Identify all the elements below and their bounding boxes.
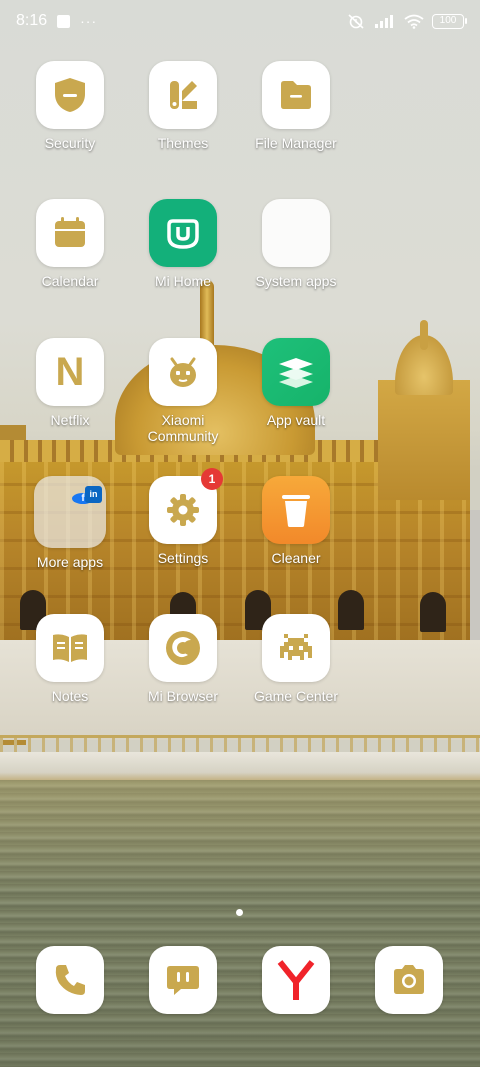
themes-icon xyxy=(170,81,197,109)
camera-icon xyxy=(394,965,424,994)
app-label-line: Xiaomi xyxy=(161,412,205,428)
open-book-icon xyxy=(53,634,87,662)
netflix-n-icon: N xyxy=(55,350,85,394)
dock-browser-app[interactable] xyxy=(262,946,330,1014)
app-label: Game Center xyxy=(253,688,339,704)
more-notifications-icon: ··· xyxy=(80,13,98,29)
signal-icon xyxy=(375,14,393,28)
app-label: Settings xyxy=(157,550,209,566)
file-manager-app-icon[interactable] xyxy=(262,61,330,129)
mi-browser-app-icon[interactable] xyxy=(149,614,217,682)
settings-app-icon[interactable]: 1 xyxy=(149,468,223,544)
app-netflix[interactable]: N Netflix xyxy=(13,338,127,428)
browser-y-icon xyxy=(277,960,315,1000)
app-label: Security xyxy=(44,135,96,151)
wifi-icon xyxy=(404,14,424,29)
app-label: Netflix xyxy=(50,412,90,428)
phone-icon xyxy=(55,965,85,995)
themes-app-icon[interactable] xyxy=(149,61,217,129)
app-security[interactable]: Security xyxy=(13,61,127,151)
dock-messages-app[interactable] xyxy=(149,946,217,1014)
game-center-app-icon[interactable] xyxy=(262,614,330,682)
status-time: 8:16 xyxy=(16,12,48,29)
app-label: Cleaner xyxy=(271,550,321,566)
wallpaper-water-reflection xyxy=(0,780,480,1067)
app-xiaomi-community[interactable]: Xiaomi Community xyxy=(126,338,240,444)
mini-linkedin-icon: in xyxy=(85,486,102,503)
status-bar: 8:16 ··· 100 xyxy=(0,0,480,42)
netflix-app-icon[interactable]: N xyxy=(36,338,104,406)
app-game-center[interactable]: Game Center xyxy=(239,614,353,704)
mi-home-icon xyxy=(167,219,199,249)
calendar-app-icon[interactable] xyxy=(36,199,104,267)
app-label: Xiaomi Community xyxy=(148,412,219,444)
app-notes[interactable]: Notes xyxy=(13,614,127,704)
alarm-off-icon xyxy=(348,14,364,29)
app-calendar[interactable]: Calendar xyxy=(13,199,127,289)
page-indicator xyxy=(236,909,243,916)
gear-icon xyxy=(167,494,199,526)
wallpaper-tower xyxy=(378,380,470,500)
app-label: Notes xyxy=(51,688,89,704)
community-mascot-icon xyxy=(170,357,196,387)
app-app-vault[interactable]: App vault xyxy=(239,338,353,428)
app-label: System apps xyxy=(255,273,337,289)
app-label: Mi Browser xyxy=(147,688,218,704)
shield-icon xyxy=(55,78,85,112)
system-apps-folder-icon[interactable] xyxy=(262,199,330,267)
app-mi-browser[interactable]: Mi Browser xyxy=(126,614,240,704)
app-cleaner[interactable]: Cleaner xyxy=(239,476,353,566)
security-app-icon[interactable] xyxy=(36,61,104,129)
app-label: App vault xyxy=(266,412,326,428)
app-label: Calendar xyxy=(41,273,99,289)
wallpaper-tower-spire xyxy=(420,320,428,350)
app-label-line: Community xyxy=(147,428,219,444)
app-folder-system-apps[interactable]: System apps xyxy=(239,199,353,289)
app-label: Mi Home xyxy=(154,273,211,289)
globe-browser-icon xyxy=(166,631,200,665)
app-folder-more-apps[interactable]: f in More apps xyxy=(13,476,127,570)
folder-icon xyxy=(281,81,311,109)
cleaner-app-icon[interactable] xyxy=(262,476,330,544)
notification-badge: 1 xyxy=(201,468,223,490)
notes-app-icon[interactable] xyxy=(36,614,104,682)
app-settings[interactable]: 1 Settings xyxy=(126,468,240,566)
app-themes[interactable]: Themes xyxy=(126,61,240,151)
mi-home-app-icon[interactable] xyxy=(149,199,217,267)
app-file-manager[interactable]: File Manager xyxy=(239,61,353,151)
messages-icon xyxy=(167,966,199,995)
battery-icon: 100 xyxy=(432,13,467,29)
layers-icon xyxy=(279,358,313,388)
app-vault-app-icon[interactable] xyxy=(262,338,330,406)
notification-icon xyxy=(57,14,71,28)
dock-camera-app[interactable] xyxy=(375,946,443,1014)
app-label: File Manager xyxy=(255,135,337,151)
app-label: More apps xyxy=(36,554,104,570)
app-label: Themes xyxy=(157,135,209,151)
xiaomi-community-app-icon[interactable] xyxy=(149,338,217,406)
space-invader-icon xyxy=(280,634,312,660)
trash-icon xyxy=(282,495,310,527)
wallpaper-window xyxy=(420,592,446,632)
app-mi-home[interactable]: Mi Home xyxy=(126,199,240,289)
dock-phone-app[interactable] xyxy=(36,946,104,1014)
calendar-icon xyxy=(55,217,85,247)
